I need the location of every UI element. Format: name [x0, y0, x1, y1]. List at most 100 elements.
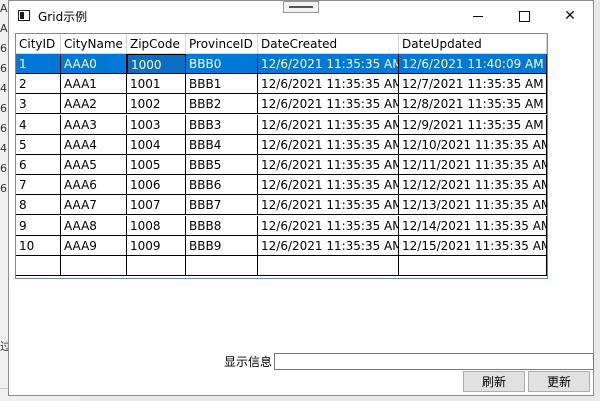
cell-date-created[interactable]: 12/6/2021 11:35:35 AM: [258, 175, 399, 196]
cell-date-created[interactable]: 12/6/2021 11:35:35 AM: [258, 134, 399, 155]
table-row[interactable]: 5 AAA4 1004 BBB4 12/6/2021 11:35:35 AM 12/10/…: [16, 134, 547, 155]
table-row[interactable]: 4 AAA3 1003 BBB3 12/6/2021 11:35:35 AM 12/9/2…: [16, 114, 547, 135]
maximize-button[interactable]: [501, 1, 547, 31]
cell-date-created[interactable]: [258, 256, 399, 276]
title-bar[interactable]: Grid示例 ✕: [9, 1, 593, 31]
cell-province-id[interactable]: BBB9: [186, 235, 258, 256]
cell-date-updated[interactable]: 12/8/2021 11:35:35 AM: [399, 94, 547, 115]
minimize-button[interactable]: [455, 1, 501, 31]
background-text: 6: [0, 102, 7, 115]
cell-city-name[interactable]: AAA7: [61, 195, 127, 216]
cell-city-name[interactable]: AAA6: [61, 175, 127, 196]
refresh-button[interactable]: 刷新: [463, 371, 525, 392]
cell-city-id[interactable]: 6: [16, 155, 61, 175]
cell-province-id[interactable]: BBB6: [186, 175, 258, 196]
cell-date-created[interactable]: 12/6/2021 11:35:35 AM: [258, 94, 399, 115]
cell-province-id[interactable]: BBB4: [186, 134, 258, 155]
cell-date-created[interactable]: 12/6/2021 11:35:35 AM: [258, 195, 399, 216]
cell-date-created[interactable]: 12/6/2021 11:35:35 AM: [258, 215, 399, 236]
background-text: A: [0, 22, 8, 35]
cell-city-id[interactable]: 5: [16, 134, 61, 155]
drag-grip-icon[interactable]: [283, 1, 319, 13]
cell-date-updated[interactable]: 12/7/2021 11:35:35 AM: [399, 74, 547, 95]
cell-date-updated[interactable]: 12/14/2021 11:35:35 AM: [399, 215, 547, 236]
column-header-date-created[interactable]: DateCreated: [258, 34, 399, 54]
cell-date-created[interactable]: 12/6/2021 11:35:35 AM: [258, 74, 399, 95]
cell-province-id[interactable]: BBB8: [186, 215, 258, 236]
cell-date-created[interactable]: 12/6/2021 11:35:35 AM: [258, 155, 399, 175]
cell-zip-code[interactable]: 1000: [127, 54, 186, 74]
cell-city-name[interactable]: AAA8: [61, 215, 127, 236]
cell-zip-code[interactable]: 1007: [127, 195, 186, 216]
new-row-placeholder[interactable]: [16, 256, 547, 276]
column-header-province-id[interactable]: ProvinceID: [186, 34, 258, 54]
cell-city-id[interactable]: 2: [16, 74, 61, 95]
cell-city-id[interactable]: 9: [16, 215, 61, 236]
info-label: 显示信息: [224, 355, 273, 369]
cell-city-name[interactable]: AAA5: [61, 155, 127, 175]
cell-zip-code[interactable]: 1002: [127, 94, 186, 115]
cell-zip-code[interactable]: 1003: [127, 114, 186, 135]
cell-date-updated[interactable]: 12/10/2021 11:35:35 AM: [399, 134, 547, 155]
table-row[interactable]: 2 AAA1 1001 BBB1 12/6/2021 11:35:35 AM 12/7/2…: [16, 74, 547, 95]
cell-province-id[interactable]: [186, 256, 258, 276]
cell-date-updated[interactable]: 12/12/2021 11:35:35 AM: [399, 175, 547, 196]
cell-city-id[interactable]: 10: [16, 235, 61, 256]
cell-city-id[interactable]: 7: [16, 175, 61, 196]
column-header-city-id[interactable]: CityID: [16, 34, 61, 54]
cell-city-name[interactable]: AAA9: [61, 235, 127, 256]
city-data-grid[interactable]: CityID CityName ZipCode ProvinceID DateCreat…: [15, 33, 548, 279]
close-button[interactable]: ✕: [547, 1, 593, 31]
cell-date-updated[interactable]: 12/11/2021 11:35:35 AM: [399, 155, 547, 175]
cell-province-id[interactable]: BBB7: [186, 195, 258, 216]
table-row[interactable]: 7 AAA6 1006 BBB6 12/6/2021 11:35:35 AM 12/12/…: [16, 175, 547, 196]
cell-city-id[interactable]: 3: [16, 94, 61, 115]
cell-city-name[interactable]: AAA0: [61, 54, 127, 74]
cell-date-updated[interactable]: 12/15/2021 11:35:35 AM: [399, 235, 547, 256]
cell-zip-code[interactable]: [127, 256, 186, 276]
maximize-icon: [518, 10, 530, 22]
cell-date-created[interactable]: 12/6/2021 11:35:35 AM: [258, 114, 399, 135]
cell-province-id[interactable]: BBB1: [186, 74, 258, 95]
cell-zip-code[interactable]: 1004: [127, 134, 186, 155]
cell-date-updated[interactable]: 12/6/2021 11:40:09 AM: [399, 54, 547, 74]
cell-date-updated[interactable]: [399, 256, 547, 276]
cell-city-id[interactable]: 1: [16, 54, 61, 74]
cell-city-name[interactable]: [61, 256, 127, 276]
info-input[interactable]: [274, 353, 594, 370]
cell-date-created[interactable]: 12/6/2021 11:35:35 AM: [258, 235, 399, 256]
cell-city-id[interactable]: [16, 256, 61, 276]
cell-zip-code[interactable]: 1009: [127, 235, 186, 256]
cell-zip-code[interactable]: 1006: [127, 175, 186, 196]
background-text: 6: [0, 122, 7, 135]
cell-province-id[interactable]: BBB2: [186, 94, 258, 115]
cell-zip-code[interactable]: 1005: [127, 155, 186, 175]
table-row[interactable]: 9 AAA8 1008 BBB8 12/6/2021 11:35:35 AM 12/14/…: [16, 215, 547, 236]
cell-city-name[interactable]: AAA3: [61, 114, 127, 135]
cell-zip-code[interactable]: 1008: [127, 215, 186, 236]
cell-province-id[interactable]: BBB0: [186, 54, 258, 74]
table-row[interactable]: 3 AAA2 1002 BBB2 12/6/2021 11:35:35 AM 12/8/2…: [16, 94, 547, 115]
cell-city-id[interactable]: 8: [16, 195, 61, 216]
cell-city-name[interactable]: AAA1: [61, 74, 127, 95]
table-row[interactable]: 1 AAA0 1000 BBB0 12/6/2021 11:35:35 AM 12/6/2…: [16, 54, 547, 74]
window-icon: [18, 10, 30, 21]
column-header-date-updated[interactable]: DateUpdated: [399, 34, 547, 54]
table-row[interactable]: 6 AAA5 1005 BBB5 12/6/2021 11:35:35 AM 12/11/…: [16, 155, 547, 175]
cell-date-updated[interactable]: 12/9/2021 11:35:35 AM: [399, 114, 547, 135]
cell-city-name[interactable]: AAA4: [61, 134, 127, 155]
cell-date-updated[interactable]: 12/13/2021 11:35:35 AM: [399, 195, 547, 216]
column-header-zip-code[interactable]: ZipCode: [127, 34, 186, 54]
table-row[interactable]: 8 AAA7 1007 BBB7 12/6/2021 11:35:35 AM 12/13/…: [16, 195, 547, 216]
cell-city-id[interactable]: 4: [16, 114, 61, 135]
cell-date-created[interactable]: 12/6/2021 11:35:35 AM: [258, 54, 399, 74]
background-text: A: [0, 2, 8, 15]
cell-province-id[interactable]: BBB3: [186, 114, 258, 135]
cell-zip-code[interactable]: 1001: [127, 74, 186, 95]
cell-city-name[interactable]: AAA2: [61, 94, 127, 115]
cell-province-id[interactable]: BBB5: [186, 155, 258, 175]
column-header-city-name[interactable]: CityName: [61, 34, 127, 54]
update-button[interactable]: 更新: [528, 371, 590, 392]
table-row[interactable]: 10 AAA9 1009 BBB9 12/6/2021 11:35:35 AM 12/15…: [16, 235, 547, 256]
background-text: 6: [0, 162, 7, 175]
